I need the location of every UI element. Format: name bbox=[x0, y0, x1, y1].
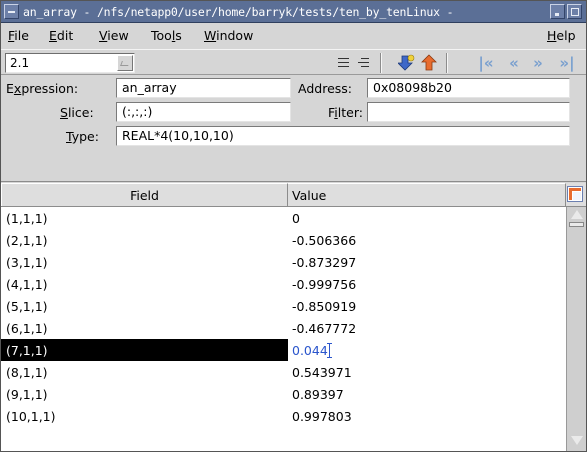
value-cell[interactable]: -0.467772 bbox=[288, 317, 566, 339]
title-bar[interactable]: an_array - /nfs/netapp0/user/home/barryk… bbox=[1, 1, 586, 23]
window-menu-button[interactable] bbox=[4, 4, 19, 19]
slice-field[interactable]: (:,:,:) bbox=[116, 102, 291, 122]
table-row[interactable]: (10,1,1) 0.997803 bbox=[1, 405, 566, 427]
maximize-icon bbox=[571, 8, 579, 16]
value-text: -0.999756 bbox=[292, 277, 357, 292]
table-columns-icon-part bbox=[573, 192, 581, 200]
filter-field[interactable] bbox=[367, 102, 570, 122]
first-icon: |« bbox=[478, 54, 494, 72]
value-text: -0.850919 bbox=[292, 299, 357, 314]
field-cell[interactable]: (10,1,1) bbox=[1, 405, 288, 427]
value-text: 0.89397 bbox=[292, 387, 344, 402]
value-text: -0.873297 bbox=[292, 255, 357, 270]
menu-window[interactable]: Window bbox=[204, 28, 253, 43]
value-cell[interactable]: 0.543971 bbox=[288, 361, 566, 383]
last-button[interactable]: »| bbox=[558, 54, 576, 72]
thread-combo[interactable]: 2.1 bbox=[5, 53, 135, 73]
value-text: -0.467772 bbox=[292, 321, 357, 336]
table-row[interactable]: (5,1,1) -0.850919 bbox=[1, 295, 566, 317]
slice-label: Slice: bbox=[60, 105, 94, 120]
text-cursor-icon bbox=[326, 343, 335, 358]
value-text: 0 bbox=[292, 211, 300, 226]
next-button[interactable]: » bbox=[529, 54, 547, 72]
column-settings-button[interactable] bbox=[567, 186, 583, 202]
value-cell[interactable]: -0.873297 bbox=[288, 251, 566, 273]
toolbar-separator bbox=[446, 53, 448, 73]
expression-fields: Expression: an_array Address: 0x08098b20… bbox=[1, 76, 586, 182]
field-cell[interactable]: (7,1,1) bbox=[1, 339, 288, 361]
menu-view[interactable]: View bbox=[99, 28, 129, 43]
table-row[interactable]: (4,1,1) -0.999756 bbox=[1, 273, 566, 295]
field-cell[interactable]: (8,1,1) bbox=[1, 361, 288, 383]
table-row[interactable]: (8,1,1) 0.543971 bbox=[1, 361, 566, 383]
field-cell[interactable]: (6,1,1) bbox=[1, 317, 288, 339]
field-cell[interactable]: (4,1,1) bbox=[1, 273, 288, 295]
expression-label: Expression: bbox=[6, 81, 79, 96]
table-columns-icon-part bbox=[569, 191, 572, 200]
expression-field[interactable]: an_array bbox=[116, 78, 291, 98]
table-row[interactable]: (3,1,1) -0.873297 bbox=[1, 251, 566, 273]
undive-button[interactable] bbox=[420, 54, 438, 72]
menu-edit[interactable]: Edit bbox=[49, 28, 73, 43]
window-title: an_array - /nfs/netapp0/user/home/barryk… bbox=[23, 5, 454, 19]
field-cell[interactable]: (2,1,1) bbox=[1, 229, 288, 251]
value-cell[interactable]: 0.997803 bbox=[288, 405, 566, 427]
field-column-header[interactable]: Field bbox=[1, 183, 288, 206]
toolbar-separator bbox=[380, 53, 382, 73]
scroll-down-button[interactable] bbox=[569, 433, 584, 448]
table-header: Field Value bbox=[1, 183, 586, 207]
vertical-scrollbar[interactable] bbox=[566, 207, 586, 451]
first-button[interactable]: |« bbox=[477, 54, 495, 72]
table-row[interactable]: (9,1,1) 0.89397 bbox=[1, 383, 566, 405]
table-row[interactable]: (6,1,1) -0.467772 bbox=[1, 317, 566, 339]
table-row[interactable]: (2,1,1) -0.506366 bbox=[1, 229, 566, 251]
value-cell[interactable]: 0 bbox=[288, 207, 566, 229]
value-text: 0.543971 bbox=[292, 365, 352, 380]
dive-icon bbox=[397, 54, 415, 71]
previous-button[interactable]: « bbox=[505, 54, 523, 72]
minimize-icon bbox=[555, 13, 559, 16]
value-text: 0.997803 bbox=[292, 409, 352, 424]
value-cell-editing[interactable]: 0.044 bbox=[288, 339, 566, 361]
data-table: Field Value (1,1,1) 0 (2,1,1) -0.506366 (3,1… bbox=[1, 183, 586, 451]
type-field[interactable]: REAL*4(10,10,10) bbox=[116, 126, 570, 146]
next-icon: » bbox=[533, 54, 543, 72]
table-row[interactable]: (7,1,1) 0.044 bbox=[1, 339, 566, 361]
previous-icon: « bbox=[509, 54, 519, 72]
field-cell[interactable]: (3,1,1) bbox=[1, 251, 288, 273]
dive-button[interactable] bbox=[397, 54, 416, 72]
menu-bar: File Edit View Tools Window Help bbox=[1, 24, 586, 48]
type-label: Type: bbox=[66, 129, 99, 144]
field-cell[interactable]: (1,1,1) bbox=[1, 207, 288, 229]
field-cell[interactable]: (5,1,1) bbox=[1, 295, 288, 317]
last-icon: »| bbox=[559, 54, 575, 72]
table-row[interactable]: (1,1,1) 0 bbox=[1, 207, 566, 229]
value-cell[interactable]: 0.89397 bbox=[288, 383, 566, 405]
value-text: 0.044 bbox=[292, 343, 328, 358]
thread-combo-dropdown-button[interactable] bbox=[117, 55, 133, 71]
toolbar: 2.1 |« « » »| bbox=[1, 49, 586, 75]
value-text: -0.506366 bbox=[292, 233, 357, 248]
maximize-button[interactable] bbox=[567, 4, 582, 19]
data-window: an_array - /nfs/netapp0/user/home/barryk… bbox=[0, 0, 587, 452]
value-column-header[interactable]: Value bbox=[288, 183, 566, 206]
menu-file[interactable]: File bbox=[8, 28, 29, 43]
expand-lines-button[interactable] bbox=[335, 54, 353, 72]
collapse-lines-button[interactable] bbox=[355, 54, 373, 72]
value-cell[interactable]: -0.999756 bbox=[288, 273, 566, 295]
thread-combo-value: 2.1 bbox=[10, 56, 30, 70]
menu-tools[interactable]: Tools bbox=[151, 28, 182, 43]
value-cell[interactable]: -0.850919 bbox=[288, 295, 566, 317]
address-label: Address: bbox=[298, 81, 352, 96]
menu-help[interactable]: Help bbox=[547, 28, 576, 43]
window-menu-icon bbox=[8, 11, 15, 13]
value-cell[interactable]: -0.506366 bbox=[288, 229, 566, 251]
scroll-thumb[interactable] bbox=[569, 222, 584, 227]
address-field[interactable]: 0x08098b20 bbox=[367, 78, 570, 98]
undive-icon bbox=[421, 54, 437, 71]
chevron-down-icon bbox=[120, 61, 130, 66]
minimize-button[interactable] bbox=[550, 4, 565, 19]
filter-label: Filter: bbox=[328, 105, 363, 120]
field-cell[interactable]: (9,1,1) bbox=[1, 383, 288, 405]
